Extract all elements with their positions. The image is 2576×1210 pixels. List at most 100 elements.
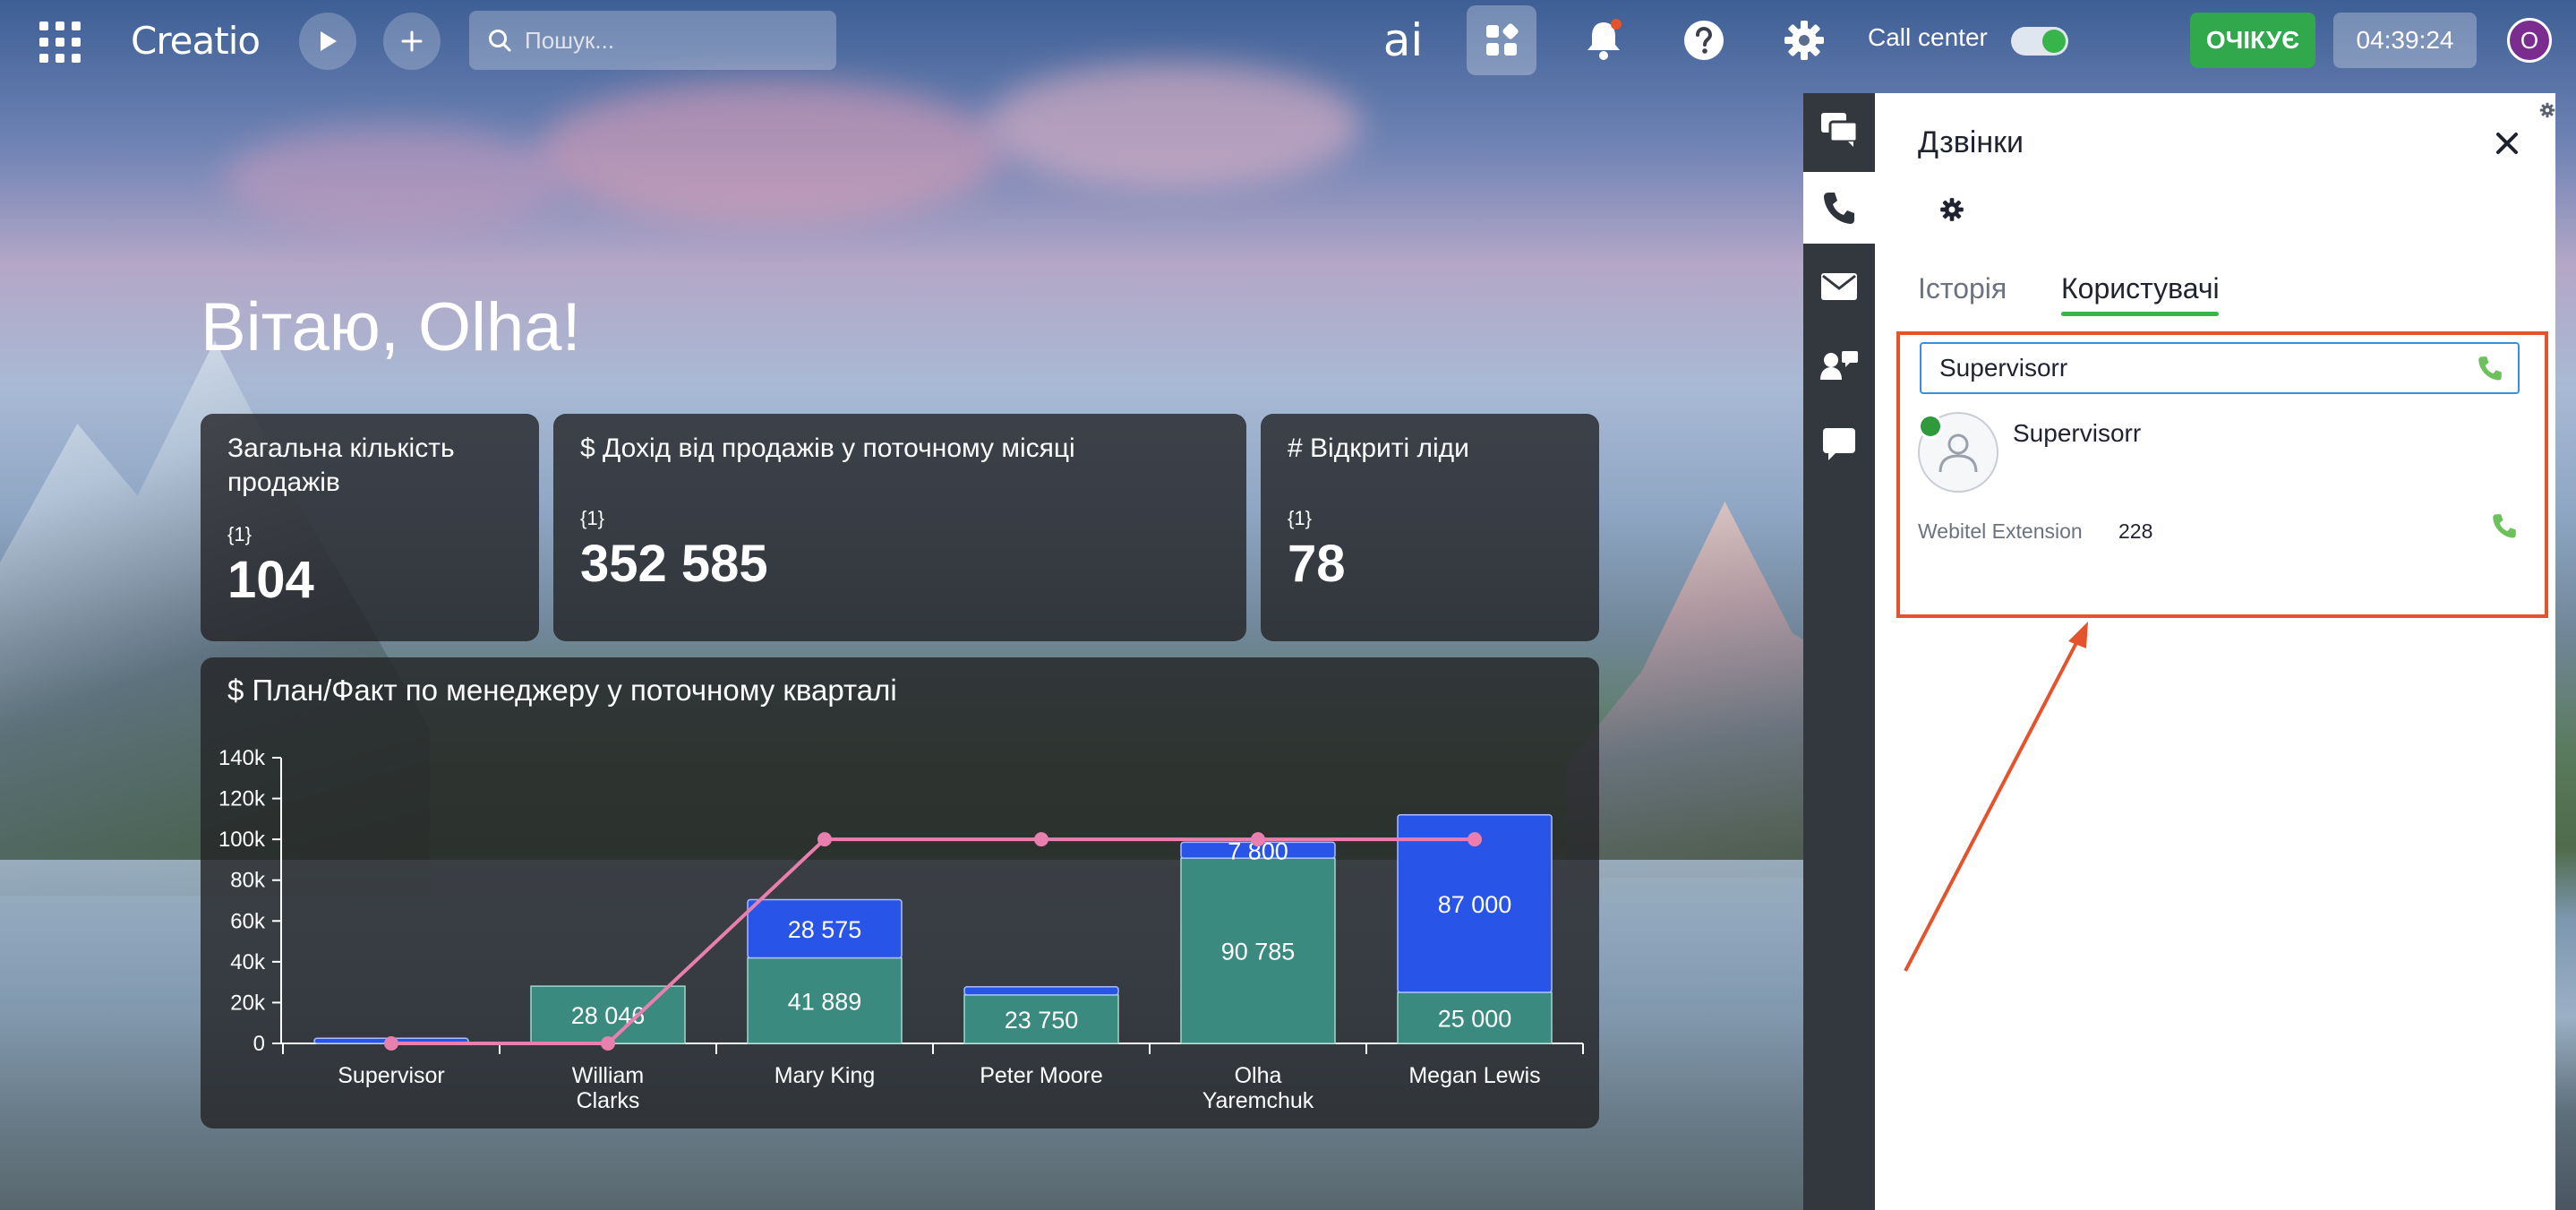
active-tab-indicator (2061, 312, 2219, 316)
widget-title: $ Дохід від продажів у поточному місяці (580, 433, 1075, 463)
run-process-button[interactable] (299, 13, 356, 70)
greeting-title: Вітаю, Olha! (201, 289, 581, 365)
bar-label: 87 000 (1438, 891, 1512, 918)
creatio-logo[interactable]: Creatio (131, 18, 261, 63)
bar-label: 23 750 (1005, 1007, 1079, 1034)
target-point (817, 832, 832, 847)
widget-subtitle: {1} (227, 523, 252, 545)
background-cloud (537, 81, 1003, 224)
play-icon (321, 31, 337, 51)
status-timer: 04:39:24 (2333, 13, 2477, 68)
widget-value: 104 (227, 551, 314, 609)
dashboard-icon (1486, 23, 1519, 56)
tab-users[interactable]: Користувачі (2061, 272, 2220, 305)
dashboards-button[interactable] (1467, 5, 1536, 75)
y-tick-label: 100k (218, 828, 266, 852)
widget-revenue[interactable]: $ Дохід від продажів у поточному місяці … (553, 414, 1246, 641)
phone-icon (2493, 514, 2516, 538)
tab-history[interactable]: Історія (1918, 272, 2007, 305)
extension-value: 228 (2118, 519, 2153, 543)
target-point (1034, 832, 1048, 847)
widget-value: 352 585 (580, 535, 768, 593)
target-point (1468, 832, 1482, 847)
settings-button[interactable] (1769, 5, 1839, 75)
panel-title: Дзвінки (1918, 125, 2024, 159)
bar-fact (963, 986, 1119, 996)
bar-label: 28 575 (788, 916, 862, 943)
widget-title: # Відкриті ліди (1288, 433, 1469, 463)
contacts-icon (1820, 351, 1858, 380)
notifications-button[interactable] (1569, 5, 1639, 75)
plus-icon (401, 30, 423, 52)
chat-icon (1821, 113, 1859, 147)
target-point (1251, 832, 1265, 847)
background-cloud (985, 63, 1361, 188)
search-icon (489, 30, 511, 52)
search-input[interactable] (525, 26, 811, 55)
y-tick-label: 40k (230, 950, 266, 974)
x-tick-label: Peter Moore (980, 1063, 1103, 1088)
widget-total-sales[interactable]: Загальна кількість продажів {1} 104 (201, 414, 539, 641)
y-tick-label: 0 (253, 1032, 265, 1056)
gear-icon (1940, 198, 1964, 221)
phone-icon (2478, 356, 2502, 381)
call-center-toggle[interactable] (2011, 27, 2068, 56)
sidebar-item-messages[interactable] (1803, 408, 1875, 480)
widget-open-leads[interactable]: # Відкриті ліди {1} 78 (1261, 414, 1599, 641)
bar-label: 25 000 (1438, 1006, 1512, 1033)
x-tick-label: William (572, 1063, 645, 1088)
help-icon (1684, 21, 1724, 60)
sidebar-item-chat[interactable] (1803, 93, 1875, 165)
x-tick-label: Megan Lewis (1408, 1063, 1540, 1088)
apps-menu-icon[interactable] (39, 21, 81, 63)
background-cloud (224, 125, 564, 233)
person-icon (1938, 433, 1978, 473)
bell-icon (1588, 19, 1622, 60)
agent-status-button[interactable]: ОЧІКУЄ (2190, 13, 2315, 68)
bar-label: 90 785 (1221, 939, 1296, 965)
gear-icon (1784, 21, 1824, 60)
call-extension-button[interactable] (2491, 512, 2518, 544)
extension-label: Webitel Extension (1918, 519, 2083, 543)
bar-label: 41 889 (788, 988, 862, 1015)
sidebar-item-contacts[interactable] (1803, 330, 1875, 401)
add-button[interactable] (383, 13, 441, 70)
user-avatar[interactable]: O (2507, 18, 2552, 63)
communication-sidebar (1803, 93, 1875, 1210)
widget-plan-fact-chart[interactable]: $ План/Факт по менеджеру у поточному ква… (201, 657, 1599, 1128)
contact-name[interactable]: Supervisorr (2013, 419, 2141, 448)
widget-value: 78 (1288, 535, 1346, 593)
close-button[interactable] (2489, 125, 2525, 161)
y-tick-label: 20k (230, 991, 266, 1015)
target-point (601, 1036, 615, 1051)
close-icon (2496, 133, 2518, 154)
x-tick-label: Yaremchuk (1202, 1088, 1314, 1113)
widget-subtitle: {1} (1288, 507, 1312, 529)
x-tick-label: Supervisor (338, 1063, 445, 1088)
phone-icon (1824, 193, 1854, 224)
search-box[interactable] (469, 11, 836, 70)
call-center-label: Call center (1868, 23, 1988, 51)
user-search-field[interactable]: Supervisorr (1920, 342, 2520, 394)
bar-label: 28 046 (571, 1002, 646, 1029)
chart-canvas: 0 20k 40k 60k 80k 100k 120k 140k Supervisor 28 04… (218, 746, 1584, 1113)
y-tick-label: 80k (230, 869, 266, 893)
sidebar-item-email[interactable] (1803, 251, 1875, 322)
x-tick-label: Clarks (577, 1088, 640, 1113)
y-tick-label: 120k (218, 787, 266, 811)
user-search-value: Supervisorr (1939, 354, 2068, 382)
y-tick-label: 140k (218, 746, 266, 770)
ai-assistant-button[interactable]: ai (1368, 5, 1438, 75)
sidebar-item-phone[interactable] (1803, 172, 1875, 244)
call-button[interactable] (2477, 355, 2503, 388)
calls-settings-button[interactable] (1939, 197, 1964, 227)
x-tick-label: Olha (1235, 1063, 1282, 1088)
widget-title: Загальна кількість продажів (227, 433, 455, 497)
help-button[interactable] (1669, 5, 1739, 75)
widget-subtitle: {1} (580, 507, 604, 529)
y-tick-label: 60k (230, 909, 266, 933)
panel-settings-icon[interactable] (2539, 102, 2555, 123)
x-tick-label: Mary King (775, 1063, 876, 1088)
calls-panel: Дзвінки Історія Користувачі Supervisorr … (1875, 93, 2555, 1210)
message-icon (1823, 428, 1855, 460)
